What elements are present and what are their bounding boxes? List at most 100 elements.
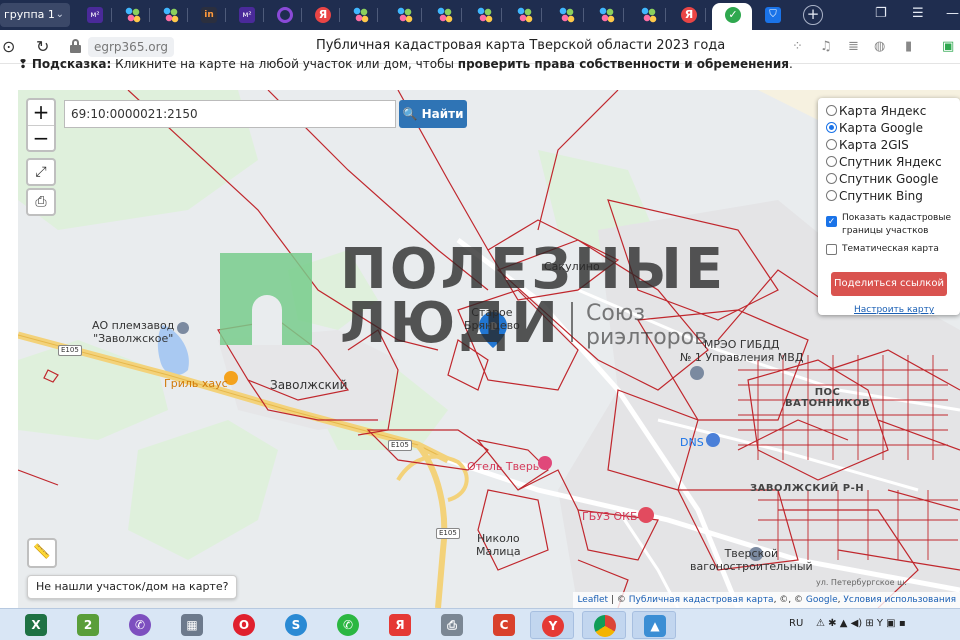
map-label-tver-plant: Тверской вагоностроительный — [690, 547, 813, 573]
browser-tab[interactable]: Я — [668, 3, 706, 27]
map-label-zavolzhsky: Заволжский — [270, 378, 348, 392]
taskbar-app[interactable]: ✆ — [326, 611, 370, 639]
browser-tab[interactable] — [112, 3, 150, 27]
taskbar-app[interactable]: C — [482, 611, 526, 639]
radio-button[interactable] — [826, 105, 837, 116]
configure-map-link[interactable]: Настроить карту — [854, 305, 934, 315]
browser-tab[interactable] — [264, 3, 302, 27]
browser-tab[interactable] — [150, 3, 188, 27]
taskbar-app[interactable]: S — [274, 611, 318, 639]
browser-tab[interactable] — [586, 3, 624, 27]
layer-option-yandex-map[interactable]: Карта Яндекс — [826, 104, 926, 118]
cadastral-search-input[interactable]: 69:10:0000021:2150 — [64, 100, 396, 128]
tray-icons[interactable]: ⚠ ✱ ▲ ◀) ⊞ Y ▣ ▪ — [816, 618, 906, 629]
thematic-map-checkbox[interactable] — [826, 244, 837, 255]
protect-icon[interactable]: ◍ — [874, 39, 885, 54]
browser-tab[interactable] — [464, 3, 502, 27]
measure-button[interactable]: 📏 — [27, 538, 57, 568]
tab-group-chip[interactable]: группа 1 ⌄ — [0, 3, 70, 27]
map-label-dns: DNS — [680, 436, 704, 449]
radio-button-selected[interactable] — [826, 122, 837, 133]
road-shield: E105 — [58, 345, 82, 356]
browser-tab[interactable]: in — [188, 3, 226, 27]
road-shield: E105 — [388, 440, 412, 451]
layer-option-google-satellite[interactable]: Спутник Google — [826, 172, 938, 186]
ruler-icon: 📏 — [33, 544, 51, 560]
taskbar-app[interactable]: ⎙ — [430, 611, 474, 639]
browser-tab[interactable] — [340, 3, 378, 27]
lock-icon[interactable] — [70, 39, 81, 53]
leaflet-link[interactable]: Leaflet — [577, 595, 608, 605]
browser-tab[interactable]: Я — [302, 3, 340, 27]
reader-icon[interactable]: ≣ — [848, 39, 859, 54]
hint-text: Кликните на карте на любой участок или д… — [115, 57, 454, 71]
watermark-line2: ЛЮДИ — [340, 291, 561, 356]
browser-tab[interactable] — [504, 3, 542, 27]
browser-tab[interactable] — [384, 3, 422, 27]
browser-tab[interactable]: м² — [226, 3, 264, 27]
radio-button[interactable] — [826, 173, 837, 184]
radio-button[interactable] — [826, 156, 837, 167]
browser-tab[interactable]: ⛉ — [752, 3, 790, 27]
share-link-button[interactable]: Поделиться ссылкой — [831, 272, 947, 296]
browser-tab[interactable] — [424, 3, 462, 27]
map-canvas[interactable]: E105 E105 E105 Сакулино Старое Брянцево А… — [18, 90, 960, 608]
photos-icon: ▲ — [644, 615, 666, 637]
taskbar-app[interactable]: Y — [530, 611, 574, 639]
extension-icon[interactable]: ▣ — [942, 39, 954, 54]
radio-button[interactable] — [826, 190, 837, 201]
print-button[interactable]: ⎙ — [26, 188, 56, 216]
taskbar-app[interactable]: O — [222, 611, 266, 639]
yandex-icon: Я — [389, 614, 411, 636]
back-icon[interactable]: ⊙ — [2, 37, 15, 56]
colorful-dots-icon — [517, 7, 533, 23]
domain-chip[interactable]: egrp365.org — [88, 37, 174, 57]
taskbar-app[interactable]: ✆ — [118, 611, 162, 639]
browser-tab-active[interactable]: ✓ — [712, 3, 752, 30]
road-shield: E105 — [436, 528, 460, 539]
zoom-out-button[interactable]: − — [28, 125, 54, 150]
minimize-icon[interactable]: — — [946, 6, 959, 21]
whatsapp-icon: ✆ — [337, 614, 359, 636]
zoom-in-button[interactable]: + — [28, 100, 54, 125]
browser-tab[interactable] — [546, 3, 584, 27]
language-indicator[interactable]: RU — [789, 618, 803, 629]
not-found-button[interactable]: Не нашли участок/дом на карте? — [27, 575, 238, 599]
terms-link[interactable]: Условия использования — [843, 595, 956, 605]
windows-taskbar: X 2 ✆ ▦ O S ✆ Я ⎙ C Y ▲ RU ⚠ ✱ ▲ ◀) ⊞ Y … — [0, 608, 960, 640]
cadastral-map-link[interactable]: Публичная кадастровая карта — [629, 595, 774, 605]
browser-tab[interactable] — [628, 3, 666, 27]
google-link[interactable]: Google — [806, 595, 838, 605]
cadastral-borders-checkbox[interactable]: ✓ — [826, 216, 837, 227]
taskbar-app[interactable]: Я — [378, 611, 422, 639]
menu-icon[interactable]: ☰ — [912, 6, 924, 21]
hint-suffix: . — [788, 57, 793, 71]
taskbar-app[interactable]: 2 — [66, 611, 110, 639]
browser-tab[interactable]: м² — [74, 3, 112, 27]
layer-switcher: Карта Яндекс Карта Google Карта 2GIS Спу… — [818, 98, 960, 315]
bookmark-icon[interactable]: ▮ — [905, 39, 912, 54]
apps-icon[interactable]: ⁘ — [792, 39, 803, 54]
layer-option-yandex-satellite[interactable]: Спутник Яндекс — [826, 155, 942, 169]
tabs-overview-icon[interactable]: ❐ — [875, 6, 887, 21]
updates-icon: 2 — [77, 614, 99, 636]
taskbar-app[interactable]: ▦ — [170, 611, 214, 639]
taskbar-app[interactable] — [582, 611, 626, 639]
m2-icon: м² — [239, 7, 255, 23]
radio-button[interactable] — [826, 139, 837, 150]
shield-icon: ⛉ — [765, 7, 781, 23]
headphones-icon[interactable]: ♫ — [820, 39, 832, 54]
layer-option-2gis-map[interactable]: Карта 2GIS — [826, 138, 909, 152]
colorful-dots-icon — [125, 7, 141, 23]
printer-icon: ⎙ — [441, 614, 463, 636]
layer-option-google-map[interactable]: Карта Google — [826, 121, 923, 135]
yandex-icon: Я — [681, 7, 697, 23]
layer-option-bing-satellite[interactable]: Спутник Bing — [826, 189, 923, 203]
taskbar-app[interactable]: X — [14, 611, 58, 639]
new-tab-button[interactable]: + — [803, 5, 823, 25]
map-label-district: ЗАВОЛЖСКИЙ Р-Н — [750, 483, 865, 494]
reload-icon[interactable]: ↻ — [36, 37, 49, 56]
taskbar-app[interactable]: ▲ — [632, 611, 676, 639]
fullscreen-button[interactable]: ⤢ — [26, 158, 56, 186]
search-button[interactable]: 🔍 Найти — [399, 100, 467, 128]
